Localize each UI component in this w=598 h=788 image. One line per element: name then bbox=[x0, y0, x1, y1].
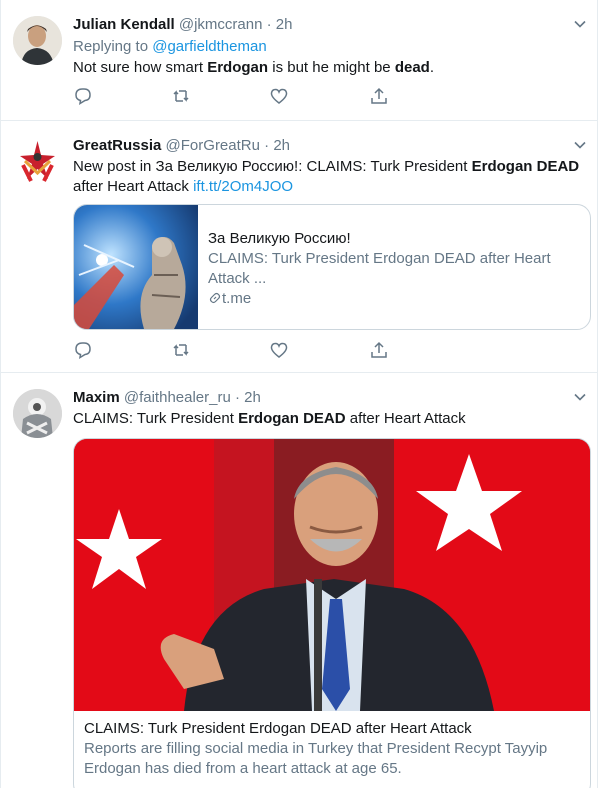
text-bold: Erdogan bbox=[207, 59, 269, 76]
reply-icon[interactable] bbox=[73, 86, 93, 106]
text-bold: Erdogan DEAD bbox=[471, 158, 580, 175]
display-name[interactable]: Julian Kendall bbox=[73, 16, 175, 33]
card-title: За Великую Россию! bbox=[208, 230, 351, 247]
link-card[interactable]: CLAIMS: Turk President Erdogan DEAD afte… bbox=[73, 438, 591, 788]
tweet-link[interactable]: ift.tt/2Om4JOO bbox=[193, 178, 293, 195]
link-icon bbox=[209, 292, 221, 304]
tweet-text: New post in За Великую Россию!: CLAIMS: … bbox=[73, 157, 587, 197]
like-icon[interactable] bbox=[269, 340, 289, 360]
separator-dot: · bbox=[266, 16, 272, 33]
text-segment: CLAIMS: Turk President bbox=[73, 410, 239, 427]
text-segment: after Heart Attack bbox=[345, 410, 466, 427]
username[interactable]: @faithhealer_ru bbox=[124, 389, 231, 406]
tweet-text: Not sure how smart Erdogan is but he mig… bbox=[73, 58, 587, 78]
tweet[interactable]: GreatRussia @ForGreatRu · 2h New post in… bbox=[1, 121, 597, 373]
share-icon[interactable] bbox=[369, 340, 389, 360]
tweet-text: CLAIMS: Turk President Erdogan DEAD afte… bbox=[73, 409, 587, 429]
avatar-image bbox=[13, 16, 62, 65]
replying-label: Replying to bbox=[73, 38, 153, 55]
username[interactable]: @ForGreatRu bbox=[166, 137, 260, 154]
text-segment: after Heart Attack bbox=[73, 178, 194, 195]
card-thumbnail bbox=[74, 205, 198, 329]
like-icon[interactable] bbox=[269, 86, 289, 106]
text-bold: Erdogan DEAD bbox=[238, 410, 346, 427]
reply-icon[interactable] bbox=[73, 340, 93, 360]
card-title: CLAIMS: Turk President Erdogan DEAD afte… bbox=[84, 720, 472, 737]
avatar[interactable] bbox=[13, 135, 62, 184]
separator-dot: · bbox=[235, 389, 240, 406]
text-segment: is but he might be bbox=[268, 59, 395, 76]
retweet-icon[interactable] bbox=[171, 340, 191, 360]
timestamp[interactable]: 2h bbox=[273, 137, 290, 154]
timestamp[interactable]: 2h bbox=[276, 16, 293, 33]
text-segment: New post in За Великую Россию!: CLAIMS: … bbox=[73, 158, 472, 175]
separator-dot: · bbox=[264, 137, 270, 154]
tweet-header: GreatRussia @ForGreatRu · 2h bbox=[73, 136, 587, 156]
avatar[interactable] bbox=[13, 389, 62, 438]
username[interactable]: @jkmccrann bbox=[179, 16, 263, 33]
card-domain: t.me bbox=[208, 289, 580, 309]
replying-to: Replying to @garfieldtheman bbox=[73, 37, 587, 57]
timestamp[interactable]: 2h bbox=[244, 389, 261, 406]
display-name[interactable]: Maxim bbox=[73, 389, 120, 406]
tweet-actions bbox=[73, 86, 393, 106]
retweet-icon[interactable] bbox=[171, 86, 191, 106]
caret-down-icon[interactable] bbox=[573, 17, 587, 31]
card-description: CLAIMS: Turk President Erdogan DEAD afte… bbox=[208, 250, 551, 287]
avatar-image bbox=[13, 389, 62, 438]
avatar[interactable] bbox=[13, 16, 62, 65]
display-name[interactable]: GreatRussia bbox=[73, 137, 161, 154]
avatar-image bbox=[13, 135, 62, 184]
tweet[interactable]: Julian Kendall @jkmccrann · 2h Replying … bbox=[1, 0, 597, 121]
text-bold: dead bbox=[394, 59, 430, 76]
text-segment: . bbox=[429, 59, 434, 76]
tweet[interactable]: Maxim @faithhealer_ru · 2h CLAIMS: Turk … bbox=[1, 373, 597, 788]
timeline-feed: Julian Kendall @jkmccrann · 2h Replying … bbox=[0, 0, 598, 788]
replying-handle-link[interactable]: @garfieldtheman bbox=[152, 38, 266, 55]
card-description: Reports are filling social media in Turk… bbox=[84, 740, 548, 777]
card-domain-text: t.me bbox=[222, 290, 252, 307]
tweet-actions bbox=[73, 340, 393, 360]
card-image bbox=[74, 439, 590, 711]
share-icon[interactable] bbox=[369, 86, 389, 106]
text-segment: Not sure how smart bbox=[73, 59, 208, 76]
caret-down-icon[interactable] bbox=[573, 138, 587, 152]
tweet-header: Julian Kendall @jkmccrann · 2h bbox=[73, 15, 587, 35]
tweet-header: Maxim @faithhealer_ru · 2h bbox=[73, 388, 587, 408]
link-card[interactable]: За Великую Россию! CLAIMS: Turk Presiden… bbox=[73, 204, 591, 330]
caret-down-icon[interactable] bbox=[573, 390, 587, 404]
